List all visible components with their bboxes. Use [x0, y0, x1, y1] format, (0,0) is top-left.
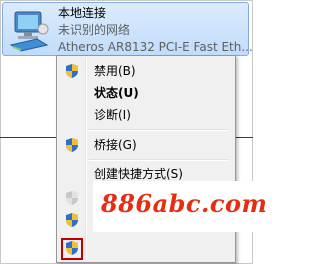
network-connection-item[interactable]: 本地连接 未识别的网络 Atheros AR8132 PCI-E Fast Et…	[2, 2, 253, 56]
uac-shield-icon	[66, 213, 78, 227]
connection-name: 本地连接	[58, 6, 107, 20]
menu-item-label: 创建快捷方式(S)	[94, 167, 183, 181]
menu-separator	[89, 159, 229, 161]
watermark: 886abc.com	[93, 181, 267, 232]
menu-item-label: 禁用(B)	[94, 64, 136, 78]
menu-item-diagnose[interactable]: 诊断(I)	[59, 104, 233, 126]
annotation-highlight-box	[61, 238, 83, 260]
menu-item-properties[interactable]	[59, 237, 233, 259]
menu-item-label: 桥接(G)	[94, 138, 137, 152]
menu-separator	[89, 129, 229, 131]
device-name: Atheros AR8132 PCI-E Fast Eth...	[58, 40, 253, 54]
uac-shield-icon	[66, 138, 78, 152]
uac-shield-icon	[66, 191, 78, 205]
menu-item-label: 诊断(I)	[94, 108, 131, 122]
menu-item-bridge[interactable]: 桥接(G)	[59, 134, 233, 156]
uac-shield-icon	[66, 64, 78, 78]
menu-item-status[interactable]: 状态(U)	[59, 82, 233, 104]
menu-item-disable[interactable]: 禁用(B)	[59, 60, 233, 82]
menu-item-label: 状态(U)	[94, 86, 139, 100]
connection-status: 未识别的网络	[58, 23, 131, 37]
network-adapter-icon	[9, 11, 49, 52]
watermark-text: 886abc.com	[101, 189, 268, 218]
